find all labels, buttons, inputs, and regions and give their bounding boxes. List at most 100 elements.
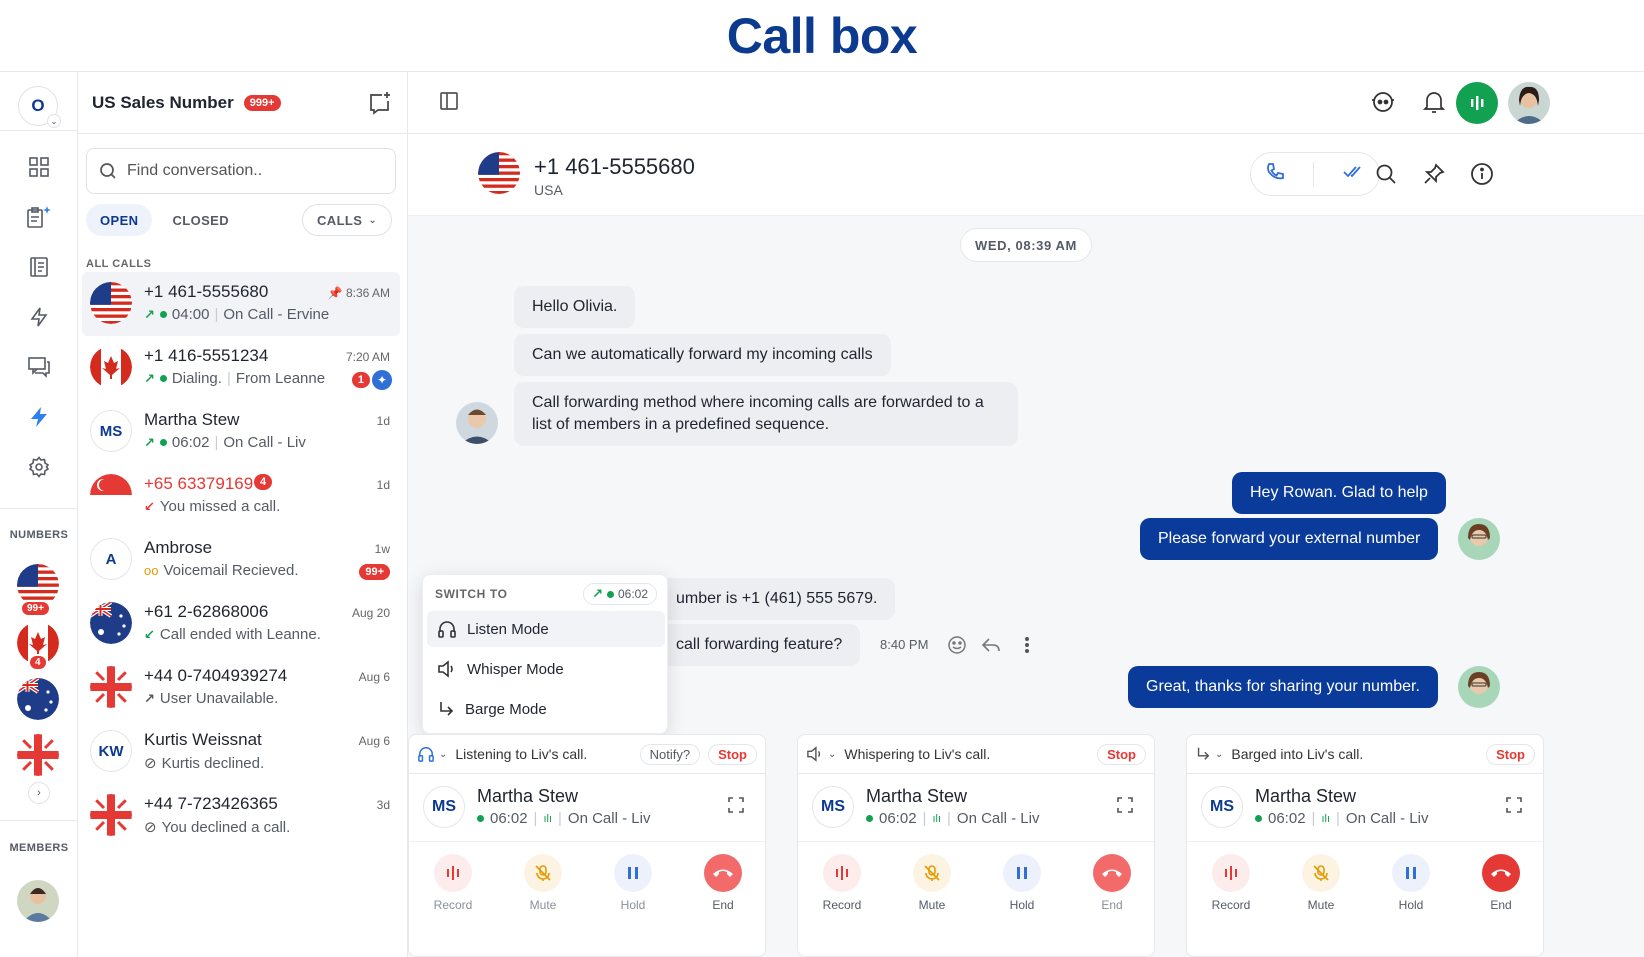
expand-icon[interactable] xyxy=(1505,796,1525,816)
inbox-count-badge: 999+ xyxy=(243,94,281,111)
incoming-arrow-icon: ↙ xyxy=(144,626,155,642)
banner-title: Call box xyxy=(726,7,918,64)
chevron-right-icon[interactable]: › xyxy=(28,782,50,804)
stop-button[interactable]: Stop xyxy=(1097,743,1146,765)
list-item[interactable]: +1 416-5551234 7:20 AM ↗ Dialing. | From Le… xyxy=(82,336,400,400)
avatar: MS xyxy=(1201,786,1243,828)
expand-icon[interactable] xyxy=(1116,796,1136,816)
pause-icon xyxy=(1406,867,1416,879)
avatar: MS xyxy=(812,786,854,828)
tab-open[interactable]: OPEN xyxy=(86,204,153,236)
agent-avatar-icon xyxy=(1468,672,1490,694)
list-item[interactable]: +44 0-7404939274 Aug 6 ↗ User Unavailable… xyxy=(82,656,400,720)
chat-bubbles-icon[interactable] xyxy=(22,350,56,384)
record-button[interactable]: Record xyxy=(812,854,872,912)
list-item[interactable]: +61 2-62868006 Aug 20 ↙ Call ended with L… xyxy=(82,592,400,656)
record-button[interactable]: Record xyxy=(1201,854,1261,912)
list-item[interactable]: KW Kurtis Weissnat Aug 6 ⊘ Kurtis decline… xyxy=(82,720,400,784)
end-call-button[interactable]: End xyxy=(1471,854,1531,912)
stop-button[interactable]: Stop xyxy=(708,743,757,765)
automation-bolt-icon[interactable] xyxy=(22,400,56,434)
whisper-mode-option[interactable]: Whisper Mode xyxy=(427,651,665,687)
left-rail: O ⌄ NUMBERS 99+ 4 › MEMBERS xyxy=(0,72,78,957)
ca-number-badge: 4 xyxy=(28,654,48,671)
listen-mode-option[interactable]: Listen Mode xyxy=(427,611,665,647)
signal-icon: ılı xyxy=(1321,812,1331,825)
signal-icon: ılı xyxy=(932,812,942,825)
record-button[interactable]: Record xyxy=(423,854,483,912)
signal-icon: ılı xyxy=(543,812,553,825)
user-avatar[interactable] xyxy=(1508,82,1550,124)
list-item[interactable]: +1 461-5555680 📌 8:36 AM ↗ 04:00 | On Call … xyxy=(82,272,400,336)
contacts-book-icon[interactable] xyxy=(22,250,56,284)
active-call-icon[interactable] xyxy=(1456,82,1498,124)
call-time: Aug 20 xyxy=(351,606,390,620)
call-status: ⊘ Kurtis declined. xyxy=(144,754,265,773)
speaker-whisper-icon xyxy=(438,660,453,678)
tab-closed[interactable]: CLOSED xyxy=(158,204,243,236)
sidebar-toggle-icon[interactable] xyxy=(438,90,460,117)
pause-icon xyxy=(628,867,638,879)
mute-button[interactable]: Mute xyxy=(513,854,573,912)
message-incoming: call forwarding feature? xyxy=(658,624,861,666)
search-icon[interactable] xyxy=(1372,160,1400,188)
record-icon xyxy=(1225,866,1237,880)
search-box[interactable] xyxy=(86,148,396,194)
expand-icon[interactable] xyxy=(727,796,747,816)
more-vertical-icon[interactable] xyxy=(1016,634,1038,656)
contact-name: +1 461-5555680 xyxy=(144,282,269,301)
avatar: MS xyxy=(423,786,465,828)
hold-button[interactable]: Hold xyxy=(603,854,663,912)
mode-dropdown[interactable]: ⌄ xyxy=(1195,746,1223,762)
reply-icon[interactable] xyxy=(980,634,1002,656)
mic-off-icon xyxy=(924,865,940,881)
settings-gear-icon[interactable] xyxy=(22,450,56,484)
contact-name: Martha Stew xyxy=(144,410,240,429)
double-check-icon[interactable] xyxy=(1343,164,1365,185)
bot-icon[interactable] xyxy=(1370,89,1396,120)
clipboard-ai-icon[interactable] xyxy=(22,200,56,234)
mode-dropdown[interactable]: ⌄ xyxy=(417,746,447,762)
list-item[interactable]: +65 63379169 4 1d ↙ You missed a call. xyxy=(82,464,400,528)
call-status: ↙ You missed a call. xyxy=(144,498,281,515)
end-call-button[interactable]: End xyxy=(1082,854,1142,912)
hold-button[interactable]: Hold xyxy=(1381,854,1441,912)
org-switcher[interactable]: O ⌄ xyxy=(18,86,61,128)
unread-badge: 1 xyxy=(351,372,370,388)
number-uk[interactable] xyxy=(17,734,59,776)
number-au[interactable] xyxy=(17,678,59,720)
end-call-button[interactable]: End xyxy=(693,854,753,912)
list-item[interactable]: +44 7-723426365 3d ⊘ You declined a call. xyxy=(82,784,400,848)
mode-dropdown[interactable]: ⌄ xyxy=(806,746,836,762)
barge-mode-option[interactable]: Barge Mode xyxy=(427,691,665,727)
emoji-icon[interactable] xyxy=(946,634,968,656)
voicemail-icon: oo xyxy=(144,563,159,578)
mute-button[interactable]: Mute xyxy=(1291,854,1351,912)
list-item[interactable]: A Ambrose 1w oo Voicemail Recieved. 99+ xyxy=(82,528,400,592)
banner: Call box xyxy=(0,0,1644,72)
compose-icon[interactable] xyxy=(367,90,393,116)
hangup-icon xyxy=(713,869,733,877)
member-avatar[interactable] xyxy=(17,880,59,922)
lightning-icon[interactable] xyxy=(22,300,56,334)
contact-name: +44 7-723426365 xyxy=(144,794,278,813)
info-icon[interactable] xyxy=(1468,160,1496,188)
record-icon xyxy=(447,866,459,880)
notify-button[interactable]: Notify? xyxy=(639,743,701,765)
search-input[interactable] xyxy=(127,162,377,180)
contact-name: +61 2-62868006 xyxy=(144,602,269,621)
call-status: ⊘ You declined a call. xyxy=(144,818,291,837)
hangup-icon xyxy=(1491,869,1511,877)
call-status: ↗ 04:00 | On Call - Ervine xyxy=(144,306,330,323)
dashboard-icon[interactable] xyxy=(22,150,56,184)
stop-button[interactable]: Stop xyxy=(1486,743,1535,765)
phone-call-icon[interactable] xyxy=(1265,162,1285,187)
hold-button[interactable]: Hold xyxy=(992,854,1052,912)
pin-icon[interactable] xyxy=(1420,160,1448,188)
mute-button[interactable]: Mute xyxy=(902,854,962,912)
bell-icon[interactable] xyxy=(1422,89,1446,120)
online-dot-icon xyxy=(477,815,484,822)
list-item[interactable]: MS Martha Stew 1d ↗ 06:02 | On Call - Liv xyxy=(82,400,400,464)
calls-filter-dropdown[interactable]: CALLS ⌄ xyxy=(302,204,393,236)
inbox-title[interactable]: US Sales Number xyxy=(92,93,234,113)
